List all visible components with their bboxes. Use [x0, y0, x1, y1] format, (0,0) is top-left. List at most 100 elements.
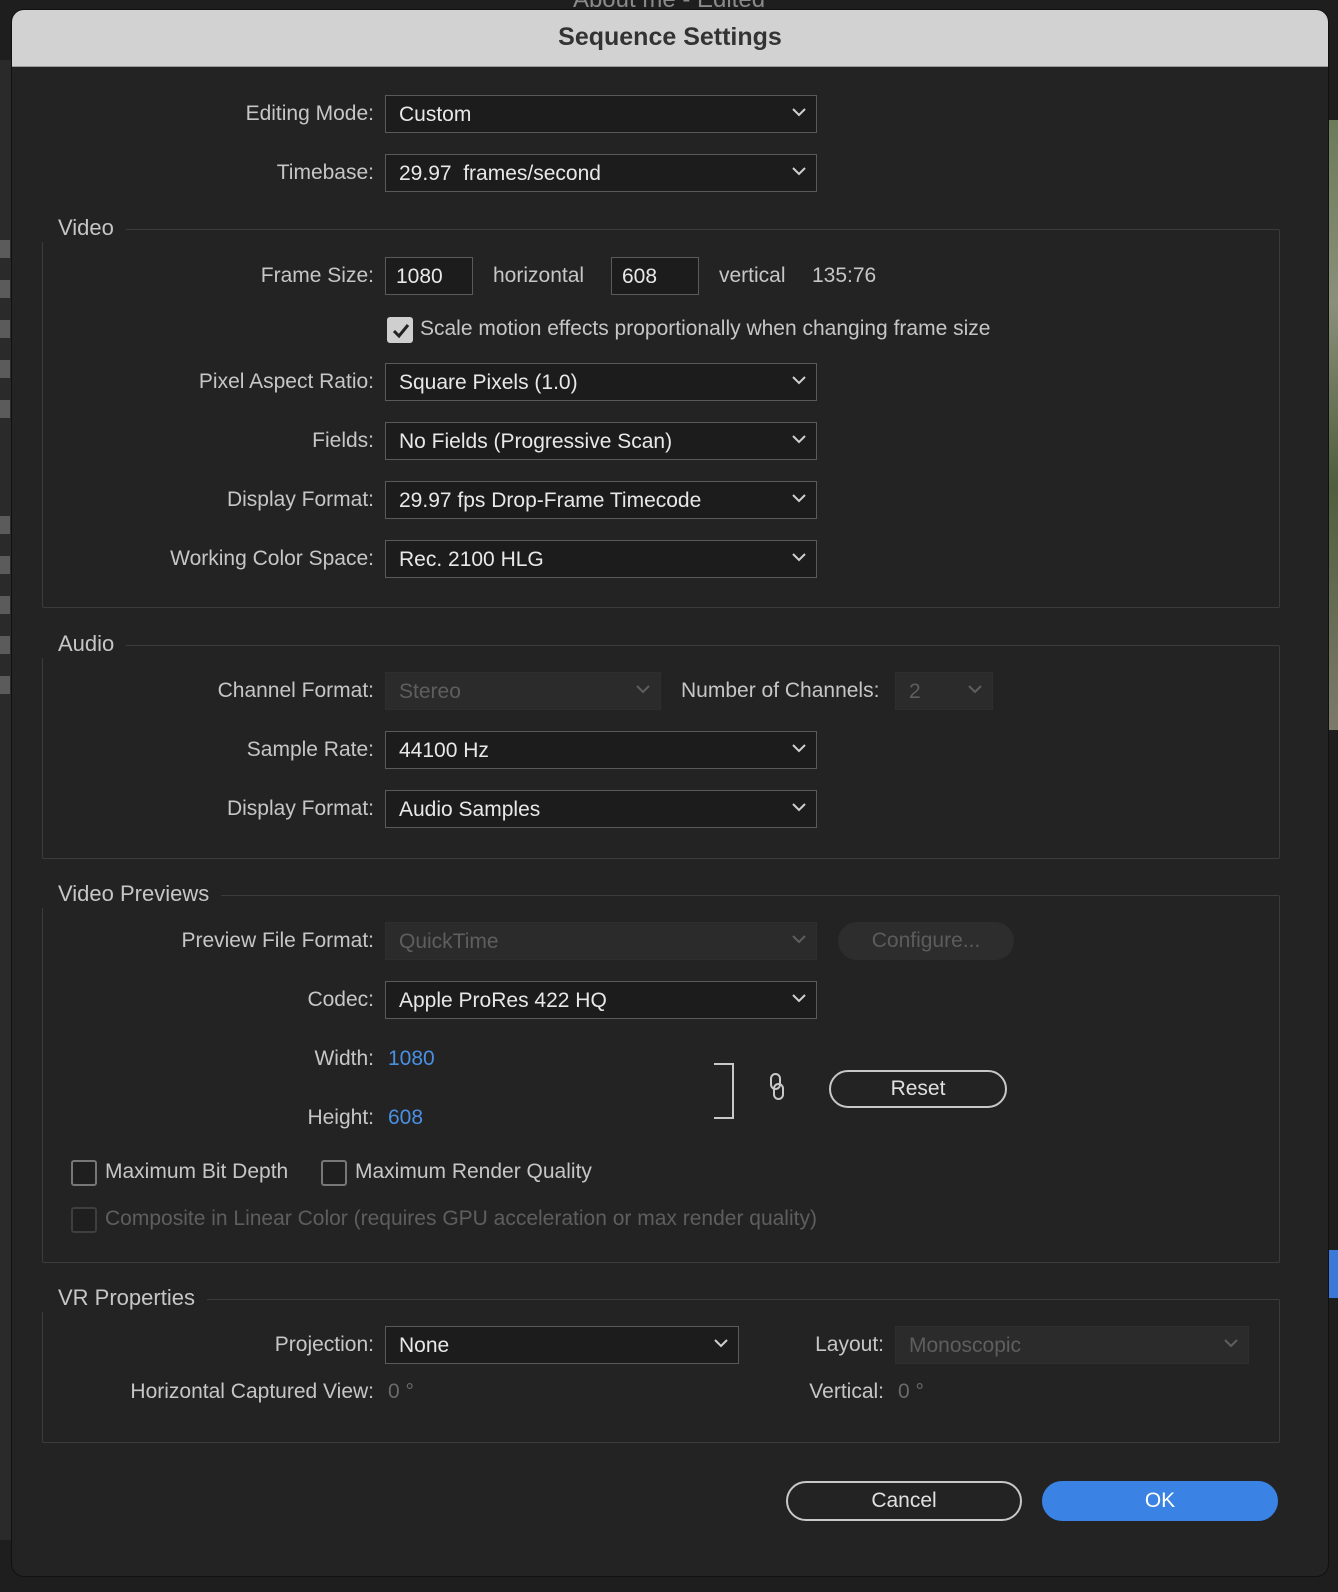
preview-file-format-dropdown[interactable]: QuickTime [385, 922, 817, 960]
background-track-marker [0, 320, 10, 338]
audio-display-format-label: Display Format: [226, 797, 374, 820]
vr-properties-group [42, 1299, 1280, 1443]
horizontal-captured-view-label: Horizontal Captured View: [130, 1380, 374, 1403]
color-space-label: Working Color Space: [170, 547, 374, 570]
video-display-format-value: 29.97 fps Drop-Frame Timecode [399, 489, 702, 512]
chevron-down-icon [792, 493, 806, 505]
sample-rate-dropdown[interactable]: 44100 Hz [385, 731, 817, 769]
channel-format-label: Channel Format: [217, 679, 374, 702]
video-display-format-label: Display Format: [226, 488, 374, 511]
cancel-button[interactable]: Cancel [786, 1481, 1022, 1521]
sample-rate-label: Sample Rate: [246, 738, 374, 761]
frame-size-label: Frame Size: [260, 264, 374, 287]
pixel-aspect-value: Square Pixels (1.0) [399, 371, 578, 394]
layout-label: Layout: [815, 1333, 884, 1356]
sequence-settings-dialog: Sequence Settings Editing Mode: Custom T… [12, 10, 1328, 1576]
background-track-marker [0, 400, 10, 418]
chevron-down-icon [968, 684, 982, 696]
link-bracket [714, 1063, 734, 1119]
chevron-down-icon [792, 743, 806, 755]
codec-label: Codec: [307, 988, 374, 1011]
max-render-quality-label: Maximum Render Quality [355, 1160, 592, 1183]
preview-height-label: Height: [307, 1106, 374, 1129]
scale-motion-checkbox[interactable] [387, 317, 413, 343]
background-track-marker [0, 240, 10, 258]
audio-display-format-dropdown[interactable]: Audio Samples [385, 790, 817, 828]
frame-height-input[interactable]: 608 [611, 257, 699, 295]
editing-mode-dropdown[interactable]: Custom [385, 95, 817, 133]
chevron-down-icon [792, 552, 806, 564]
scale-motion-label: Scale motion effects proportionally when… [420, 317, 991, 340]
chevron-down-icon [792, 166, 806, 178]
background-track-marker [0, 280, 10, 298]
chevron-down-icon [636, 684, 650, 696]
aspect-ratio-value: 135:76 [812, 264, 877, 287]
timebase-dropdown[interactable]: 29.97 frames/second [385, 154, 817, 192]
color-space-dropdown[interactable]: Rec. 2100 HLG [385, 540, 817, 578]
fields-dropdown[interactable]: No Fields (Progressive Scan) [385, 422, 817, 460]
max-bit-depth-checkbox[interactable] [71, 1160, 97, 1186]
vr-properties-group-title: VR Properties [42, 1284, 207, 1312]
video-previews-group-title: Video Previews [42, 880, 222, 908]
editing-mode-label: Editing Mode: [245, 102, 374, 125]
vertical-view-label: Vertical: [809, 1380, 884, 1403]
background-track-marker [0, 636, 10, 654]
timebase-value: 29.97 frames/second [399, 162, 601, 185]
fields-value: No Fields (Progressive Scan) [399, 430, 673, 453]
channel-format-dropdown[interactable]: Stereo [385, 672, 661, 710]
audio-display-format-value: Audio Samples [399, 798, 541, 821]
video-display-format-dropdown[interactable]: 29.97 fps Drop-Frame Timecode [385, 481, 817, 519]
codec-dropdown[interactable]: Apple ProRes 422 HQ [385, 981, 817, 1019]
ok-button[interactable]: OK [1042, 1481, 1278, 1521]
timebase-label: Timebase: [276, 161, 374, 184]
channel-format-value: Stereo [399, 680, 461, 703]
editing-mode-value: Custom [399, 103, 472, 126]
projection-dropdown[interactable]: None [385, 1326, 739, 1364]
projection-label: Projection: [274, 1333, 374, 1356]
preview-height-value[interactable]: 608 [388, 1098, 423, 1138]
chevron-down-icon [792, 993, 806, 1005]
chevron-down-icon [792, 802, 806, 814]
horizontal-label: horizontal [493, 264, 585, 287]
layout-dropdown[interactable]: Monoscopic [895, 1326, 1249, 1364]
num-channels-value: 2 [909, 680, 921, 703]
chevron-down-icon [792, 107, 806, 119]
background-track-marker [0, 596, 10, 614]
audio-group-title: Audio [42, 630, 127, 658]
background-track-marker [0, 516, 10, 534]
video-group-title: Video [42, 214, 126, 242]
composite-linear-label: Composite in Linear Color (requires GPU … [105, 1207, 817, 1230]
pixel-aspect-dropdown[interactable]: Square Pixels (1.0) [385, 363, 817, 401]
checkmark-icon [392, 324, 410, 339]
link-icon[interactable] [768, 1072, 786, 1107]
vertical-view-value: 0 ° [898, 1380, 924, 1403]
frame-width-input[interactable]: 1080 [385, 257, 473, 295]
codec-value: Apple ProRes 422 HQ [399, 989, 607, 1012]
max-render-quality-checkbox[interactable] [321, 1160, 347, 1186]
chevron-down-icon [792, 934, 806, 946]
configure-button[interactable]: Configure... [838, 922, 1014, 960]
max-bit-depth-label: Maximum Bit Depth [105, 1160, 289, 1183]
preview-width-value[interactable]: 1080 [388, 1039, 435, 1079]
background-track-marker [0, 676, 10, 694]
fields-label: Fields: [312, 429, 374, 452]
background-selection-bar [1328, 1250, 1338, 1298]
reset-button[interactable]: Reset [829, 1070, 1007, 1108]
chevron-down-icon [792, 375, 806, 387]
num-channels-dropdown[interactable]: 2 [895, 672, 993, 710]
pixel-aspect-label: Pixel Aspect Ratio: [198, 370, 374, 393]
num-channels-label: Number of Channels: [681, 679, 880, 702]
composite-linear-checkbox[interactable] [71, 1207, 97, 1233]
background-track-marker [0, 360, 10, 378]
vertical-label: vertical [719, 264, 786, 287]
chevron-down-icon [1224, 1338, 1238, 1350]
projection-value: None [399, 1334, 450, 1357]
dialog-title: Sequence Settings [12, 10, 1328, 67]
color-space-value: Rec. 2100 HLG [399, 548, 544, 571]
preview-file-format-label: Preview File Format: [181, 929, 374, 952]
preview-width-label: Width: [314, 1047, 374, 1070]
preview-file-format-value: QuickTime [399, 930, 499, 953]
sample-rate-value: 44100 Hz [399, 739, 489, 762]
layout-value: Monoscopic [909, 1334, 1022, 1357]
horizontal-captured-view-value: 0 ° [388, 1380, 414, 1403]
